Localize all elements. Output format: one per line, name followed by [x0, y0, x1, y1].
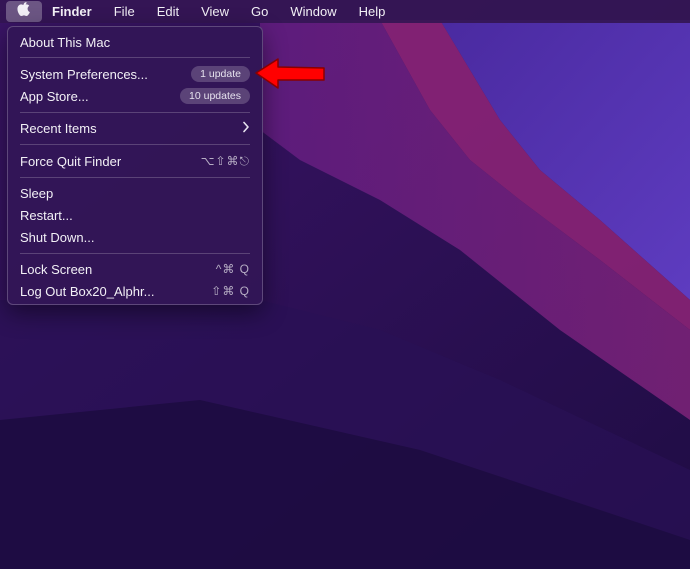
menu-item-label: System Preferences... [20, 66, 148, 82]
menu-item-label: Recent Items [20, 120, 97, 136]
update-count-badge: 1 update [191, 66, 250, 82]
menu-item-label: Force Quit Finder [20, 153, 122, 169]
menubar-go[interactable]: Go [240, 0, 279, 23]
chevron-right-icon [242, 121, 250, 136]
menu-item-log-out[interactable]: Log Out Box20_Alphr... ⇧⌘ Q [20, 281, 250, 301]
menu-separator [20, 57, 250, 58]
menu-item-label: App Store... [20, 88, 89, 104]
menu-separator [20, 253, 250, 254]
menu-item-label: Log Out Box20_Alphr... [20, 283, 155, 299]
menu-item-label: Sleep [20, 185, 54, 201]
keyboard-shortcut: ^⌘ Q [215, 262, 250, 276]
menubar-file[interactable]: File [103, 0, 146, 23]
menu-item-sleep[interactable]: Sleep [20, 183, 250, 203]
menu-separator [20, 144, 250, 145]
apple-logo-icon [17, 2, 31, 21]
menubar-view[interactable]: View [190, 0, 240, 23]
menu-item-system-preferences[interactable]: System Preferences... 1 update [20, 64, 250, 84]
menu-item-label: Restart... [20, 207, 73, 223]
menubar-finder[interactable]: Finder [42, 0, 103, 23]
menu-separator [20, 177, 250, 178]
menu-bar: Finder File Edit View Go Window Help [0, 0, 690, 23]
apple-menu-button[interactable] [6, 1, 42, 22]
menu-item-lock-screen[interactable]: Lock Screen ^⌘ Q [20, 259, 250, 279]
menu-item-recent-items[interactable]: Recent Items [20, 118, 250, 138]
menu-item-label: Lock Screen [20, 261, 93, 277]
menu-item-force-quit[interactable]: Force Quit Finder ⌥⇧⌘⎋ [20, 151, 250, 171]
menu-item-label: About This Mac [20, 34, 111, 50]
menu-item-label: Shut Down... [20, 229, 95, 245]
menu-item-about-this-mac[interactable]: About This Mac [20, 32, 250, 52]
menu-item-restart[interactable]: Restart... [20, 205, 250, 225]
menubar-edit[interactable]: Edit [146, 0, 190, 23]
menubar-window[interactable]: Window [279, 0, 347, 23]
update-count-badge: 10 updates [180, 88, 250, 104]
red-arrow-icon [252, 56, 328, 97]
keyboard-shortcut: ⌥⇧⌘⎋ [200, 153, 250, 168]
keyboard-shortcut: ⇧⌘ Q [211, 284, 250, 298]
menu-separator [20, 112, 250, 113]
menu-item-app-store[interactable]: App Store... 10 updates [20, 86, 250, 106]
menubar-help[interactable]: Help [348, 0, 397, 23]
apple-dropdown-menu: About This Mac System Preferences... 1 u… [7, 26, 263, 305]
menu-item-shut-down[interactable]: Shut Down... [20, 227, 250, 247]
